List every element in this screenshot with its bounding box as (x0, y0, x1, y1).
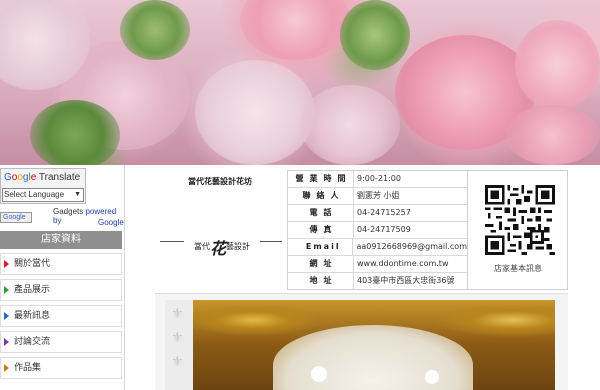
google-link[interactable]: Google (98, 218, 124, 227)
fleur-de-lis-icon: ⚜ (171, 354, 184, 370)
fleur-de-lis-icon: ⚜ (171, 330, 184, 346)
logo-line-left (160, 241, 184, 242)
photo-flower (425, 370, 439, 384)
row-label: 傳真 (288, 222, 354, 238)
photo-flower (311, 366, 327, 382)
menu-item-products[interactable]: 產品展示 (0, 279, 122, 301)
menu-item-label: 最新訊息 (14, 311, 51, 321)
email-link[interactable]: aa0912668969@gmail.com (353, 239, 467, 255)
google-translate-logo: Google Translate (4, 172, 81, 183)
shop-photo (193, 300, 555, 390)
decorative-strip: ⚜ ⚜ ⚜ (165, 300, 193, 390)
menu-item-label: 產品展示 (14, 285, 51, 295)
website-link[interactable]: www.ddontime.com.tw (354, 256, 448, 272)
row-label: 網址 (288, 256, 354, 272)
row-label: 地址 (288, 273, 354, 290)
qr-cell: 店家基本訊息 (468, 170, 568, 290)
menu-item-about[interactable]: 關於當代 (0, 253, 122, 275)
table-row: 聯絡人 劉憲芳 小姐 (288, 188, 467, 205)
language-select-value: Select Language (4, 190, 65, 199)
row-value: 9:00-21:00 (357, 174, 401, 183)
language-select[interactable]: Select Language ▼ (2, 188, 84, 202)
row-label: Email (288, 239, 354, 255)
table-row: 網址 www.ddontime.com.tw (288, 256, 467, 273)
photo-mirror-area (273, 325, 473, 390)
triangle-right-icon (4, 364, 9, 372)
left-sidebar: Google Translate Select Language ▼ Googl… (0, 165, 124, 390)
row-value: 04-24715257 (357, 208, 411, 217)
row-label: 營業時間 (288, 171, 354, 187)
flower-banner-image (0, 0, 600, 165)
triangle-right-icon (4, 286, 9, 294)
menu-item-news[interactable]: 最新訊息 (0, 305, 122, 327)
shop-logo: 當代花藝設計 (160, 233, 282, 258)
store-info-header: 店家資料 (0, 231, 122, 249)
menu-item-discussion[interactable]: 討論交流 (0, 331, 122, 353)
table-row: 地址 403臺中市西區大忠街36號 (288, 273, 467, 290)
google-translate-widget: Google Translate Select Language ▼ (0, 168, 86, 204)
menu-item-label: 作品集 (14, 363, 42, 373)
row-value: 04-24717509 (357, 225, 411, 234)
table-row: 營業時間 9:00-21:00 (288, 171, 467, 188)
menu-item-label: 討論交流 (14, 337, 51, 347)
row-label: 電話 (288, 205, 354, 221)
table-row: Email aa0912668969@gmail.com (288, 239, 467, 256)
triangle-right-icon (4, 312, 9, 320)
shop-info-panel: 當代花藝設計花坊 當代花藝設計 營業時間 9:00-21:00 聯絡人 劉憲芳 … (155, 170, 568, 292)
google-badge[interactable]: Google (0, 212, 32, 223)
qr-label: 店家基本訊息 (494, 264, 542, 273)
menu-item-label: 關於當代 (14, 259, 51, 269)
fleur-de-lis-icon: ⚜ (171, 306, 184, 322)
page: Google Translate Select Language ▼ Googl… (0, 0, 600, 390)
sidebar-menu: 關於當代 產品展示 最新訊息 討論交流 作品集 (0, 253, 122, 383)
table-row: 電話 04-24715257 (288, 205, 467, 222)
column-divider (124, 165, 125, 390)
row-value: 劉憲芳 小姐 (357, 191, 400, 200)
chevron-down-icon: ▼ (74, 191, 81, 198)
qr-code-icon[interactable] (485, 185, 555, 255)
shop-name: 當代花藝設計花坊 (188, 177, 252, 186)
row-label: 聯絡人 (288, 188, 354, 204)
triangle-right-icon (4, 260, 9, 268)
contact-table: 營業時間 9:00-21:00 聯絡人 劉憲芳 小姐 電話 04-2471525… (287, 170, 468, 290)
row-value: 403臺中市西區大忠街36號 (357, 276, 455, 285)
menu-item-portfolio[interactable]: 作品集 (0, 357, 122, 379)
logo-line-right (260, 241, 282, 242)
shop-logo-text: 當代花藝設計 (193, 239, 250, 258)
table-row: 傳真 04-24717509 (288, 222, 467, 239)
triangle-right-icon (4, 338, 9, 346)
